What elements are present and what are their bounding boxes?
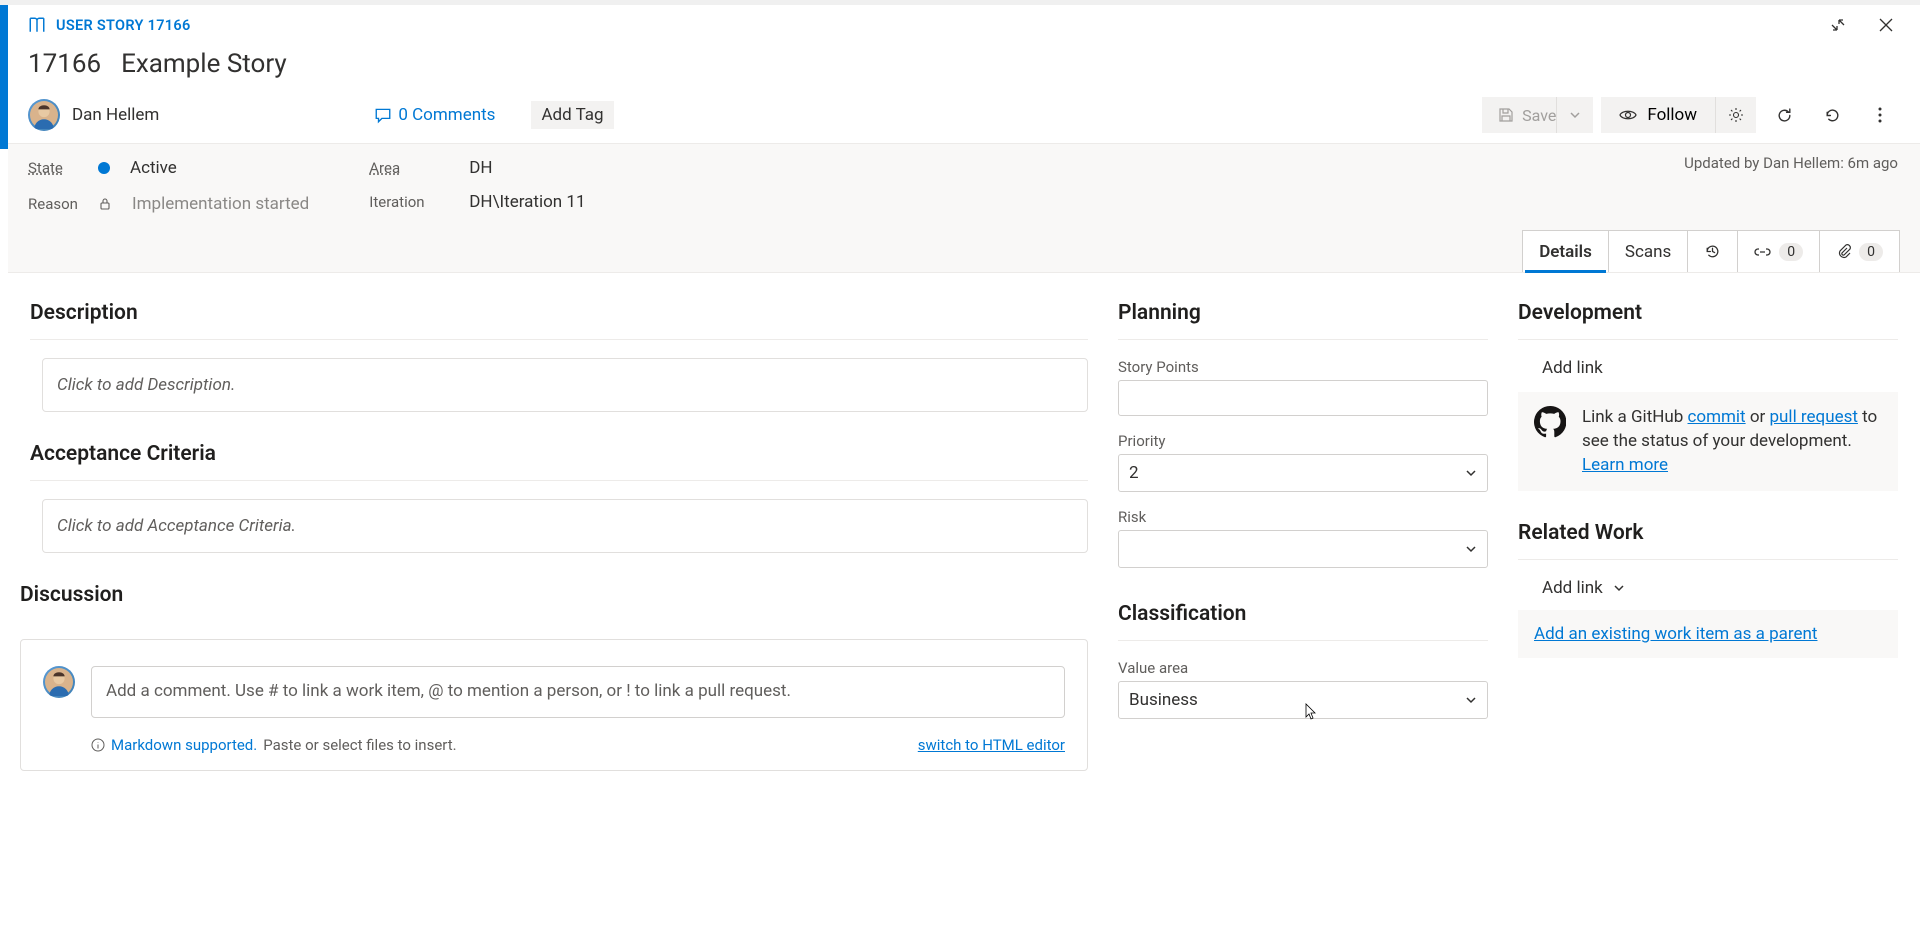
chevron-down-icon <box>1465 543 1477 555</box>
links-count-badge: 0 <box>1779 243 1803 261</box>
restore-window-icon[interactable] <box>1824 11 1852 39</box>
tab-scans[interactable]: Scans <box>1609 231 1688 272</box>
add-tag-button[interactable]: Add Tag <box>531 101 613 129</box>
state-dot-icon <box>98 162 110 174</box>
discussion-header: Discussion <box>20 583 1088 607</box>
github-commit-link[interactable]: commit <box>1688 407 1746 427</box>
refresh-icon[interactable] <box>1764 97 1804 133</box>
save-dropdown-icon[interactable] <box>1556 97 1593 133</box>
area-value[interactable]: DH <box>469 158 492 178</box>
related-work-header: Related Work <box>1518 521 1898 545</box>
acceptance-header: Acceptance Criteria <box>30 442 1088 466</box>
accent-bar <box>0 5 8 149</box>
story-points-label: Story Points <box>1118 358 1488 376</box>
story-points-input[interactable] <box>1118 380 1488 416</box>
description-header: Description <box>30 301 1088 325</box>
github-icon <box>1534 406 1566 438</box>
chevron-down-icon <box>1465 467 1477 479</box>
state-value[interactable]: Active <box>130 158 177 178</box>
value-area-select[interactable]: Business <box>1118 681 1488 719</box>
area-label: Area <box>369 159 469 177</box>
more-actions-icon[interactable] <box>1860 97 1900 133</box>
lock-icon <box>98 197 112 211</box>
acceptance-input[interactable]: Click to add Acceptance Criteria. <box>42 499 1088 553</box>
development-header: Development <box>1518 301 1898 325</box>
work-item-id: 17166 <box>28 49 101 79</box>
avatar[interactable] <box>28 99 60 131</box>
comments-link[interactable]: 0 Comments <box>374 105 495 125</box>
state-label: State <box>28 159 98 177</box>
close-icon[interactable] <box>1872 11 1900 39</box>
tab-attachments[interactable]: 0 <box>1820 231 1899 272</box>
paste-hint: Paste or select files to insert. <box>263 736 456 754</box>
work-item-title[interactable]: Example Story <box>121 49 287 79</box>
development-add-link[interactable]: Add link <box>1518 358 1898 378</box>
switch-html-editor-link[interactable]: switch to HTML editor <box>918 736 1065 754</box>
github-learn-more-link[interactable]: Learn more <box>1582 455 1668 475</box>
risk-select[interactable] <box>1118 530 1488 568</box>
info-icon <box>91 738 105 752</box>
priority-label: Priority <box>1118 432 1488 450</box>
add-parent-link[interactable]: Add an existing work item as a parent <box>1518 610 1898 658</box>
follow-button[interactable]: Follow <box>1601 97 1715 133</box>
comments-count: 0 Comments <box>398 105 495 125</box>
tab-links[interactable]: 0 <box>1738 231 1820 272</box>
attachments-count-badge: 0 <box>1859 243 1883 261</box>
related-add-link-dropdown[interactable]: Add link <box>1518 578 1898 598</box>
iteration-label: Iteration <box>369 193 469 211</box>
comment-input[interactable]: Add a comment. Use # to link a work item… <box>91 666 1065 718</box>
history-icon <box>1704 243 1721 260</box>
markdown-supported-link[interactable]: Markdown supported. <box>111 736 257 754</box>
link-icon <box>1754 245 1771 259</box>
iteration-value[interactable]: DH\Iteration 11 <box>469 192 585 212</box>
tab-details[interactable]: Details <box>1523 231 1609 272</box>
assigned-to[interactable]: Dan Hellem <box>72 105 159 125</box>
priority-select[interactable]: 2 <box>1118 454 1488 492</box>
chevron-down-icon <box>1465 694 1477 706</box>
tab-history[interactable] <box>1688 231 1738 272</box>
planning-header: Planning <box>1118 301 1488 325</box>
attachment-icon <box>1836 243 1851 260</box>
risk-label: Risk <box>1118 508 1488 526</box>
classification-header: Classification <box>1118 602 1488 626</box>
work-item-type-header: USER STORY 17166 <box>56 17 191 34</box>
undo-icon[interactable] <box>1812 97 1852 133</box>
follow-settings-icon[interactable] <box>1715 97 1756 133</box>
github-help-text: Link a GitHub commit or pull request to … <box>1582 406 1882 477</box>
github-pr-link[interactable]: pull request <box>1770 407 1858 427</box>
avatar <box>43 666 75 698</box>
user-story-icon <box>28 16 46 34</box>
value-area-label: Value area <box>1118 659 1488 677</box>
reason-label: Reason <box>28 195 98 213</box>
reason-value[interactable]: Implementation started <box>132 194 309 214</box>
updated-by-text: Updated by Dan Hellem: 6m ago <box>1684 154 1898 172</box>
description-input[interactable]: Click to add Description. <box>42 358 1088 412</box>
save-button[interactable]: Save <box>1482 97 1556 133</box>
chevron-down-icon <box>1613 582 1625 594</box>
